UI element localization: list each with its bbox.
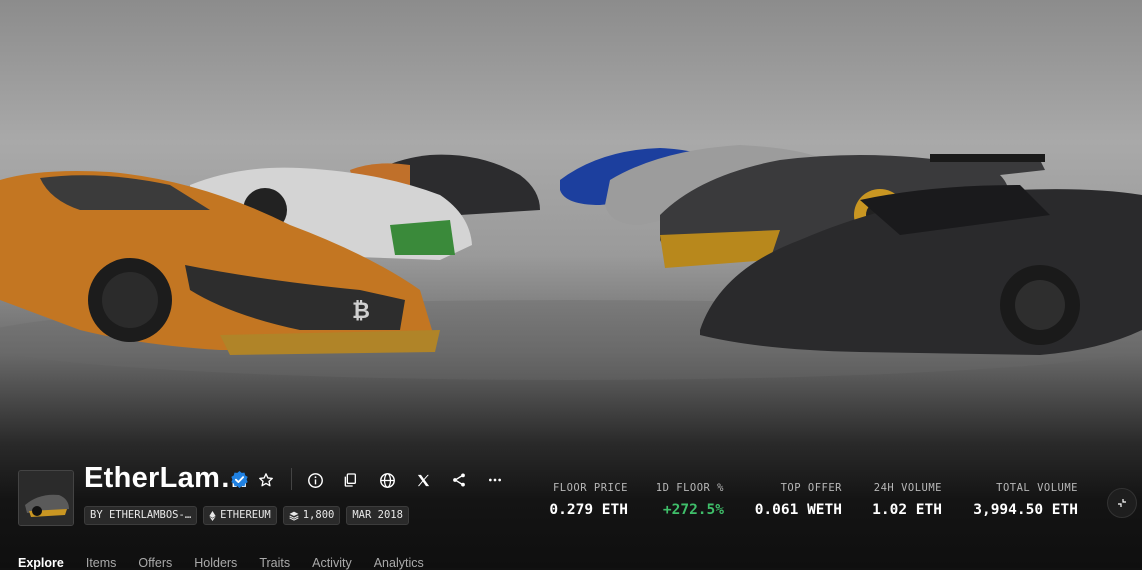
total-volume-label: TOTAL VOLUME [996,482,1078,494]
stat-floor-price: FLOOR PRICE 0.279 ETH [546,482,628,518]
stat-24h-volume: 24H VOLUME 1.02 ETH [866,482,942,518]
layers-icon [289,511,299,521]
creator-tag-label: BY ETHERLAMBOS-… [90,509,192,521]
date-tag-label: MAR 2018 [352,509,403,521]
ethereum-icon [209,510,216,521]
volume-24h-label: 24H VOLUME [873,482,942,494]
verified-icon [230,470,249,489]
collapse-button[interactable] [1107,488,1137,518]
collapse-icon [1118,499,1126,507]
collection-tags: BY ETHERLAMBOS-… ETHEREUM 1,800 MAR 2018 [84,506,409,525]
top-offer-label: TOP OFFER [780,482,842,494]
stat-floor-change: 1D FLOOR % +272.5% [650,482,724,518]
volume-24h-value: 1.02 ETH [872,502,942,518]
chain-tag-label: ETHEREUM [220,509,271,521]
stat-total-volume: TOTAL VOLUME 3,994.50 ETH [966,482,1078,518]
floor-change-label: 1D FLOOR % [655,482,724,494]
header-divider [291,468,292,490]
collection-title: EtherLam… [84,462,250,494]
floor-price-value: 0.279 ETH [549,502,628,518]
items-tag-label: 1,800 [302,509,335,521]
svg-text:₿: ₿ [352,299,370,324]
date-tag: MAR 2018 [346,506,409,525]
collection-avatar[interactable] [18,470,74,526]
globe-icon[interactable] [376,469,398,491]
x-icon[interactable] [412,469,434,491]
copy-icon[interactable] [339,469,361,491]
info-icon[interactable] [304,469,326,491]
chain-tag: ETHEREUM [203,506,277,525]
items-tag: 1,800 [282,506,341,525]
share-icon[interactable] [448,469,470,491]
creator-tag[interactable]: BY ETHERLAMBOS-… [84,506,198,525]
floor-price-label: FLOOR PRICE [552,482,628,494]
top-offer-value: 0.061 WETH [754,502,842,518]
floor-change-value: +272.5% [662,502,724,518]
total-volume-value: 3,994.50 ETH [973,502,1078,518]
stat-top-offer: TOP OFFER 0.061 WETH [750,482,842,518]
more-icon[interactable] [484,469,506,491]
star-icon[interactable] [255,469,277,491]
